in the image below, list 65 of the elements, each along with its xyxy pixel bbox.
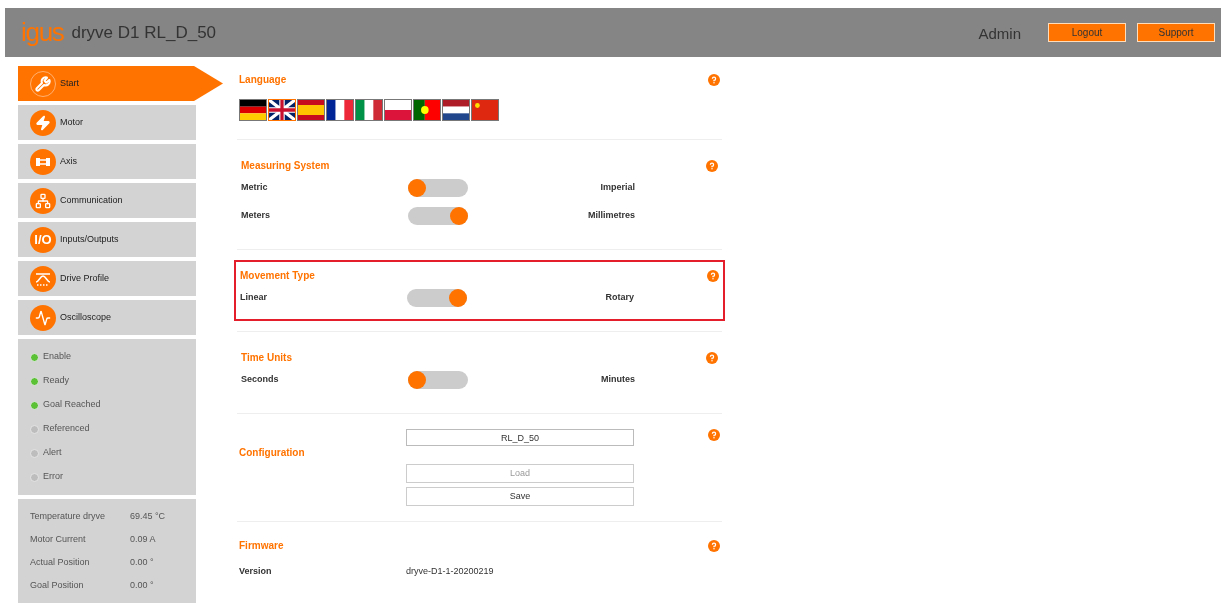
user-name: Admin — [978, 24, 1021, 45]
status-label: Alert — [43, 446, 62, 460]
nav-item[interactable]: Motor — [18, 105, 196, 140]
nav-item[interactable]: I/O Inputs/Outputs — [18, 222, 196, 257]
io-icon: I/O — [30, 226, 56, 253]
version-label: Version — [239, 565, 273, 578]
flag-button[interactable] — [413, 99, 441, 121]
flag-button[interactable] — [326, 99, 354, 121]
flag-button[interactable] — [442, 99, 470, 121]
help-icon[interactable] — [708, 429, 720, 441]
reading-label: Goal Position — [30, 578, 85, 592]
help-icon[interactable] — [706, 351, 718, 364]
device-title: dryve D1 RL_D_50 — [71, 21, 217, 44]
status-label: Ready — [43, 374, 69, 388]
status-label: Goal Reached — [43, 398, 101, 412]
status-label: Referenced — [43, 422, 90, 436]
option-label: Metric — [241, 181, 269, 195]
toggle-switch[interactable] — [407, 289, 467, 307]
motor-icon — [30, 109, 56, 136]
toggle-switch[interactable] — [408, 179, 468, 197]
reading-value: 0.09 A — [130, 532, 157, 546]
help-icon[interactable] — [708, 73, 720, 86]
flag-button[interactable] — [239, 99, 267, 121]
nav-item[interactable]: Communication — [18, 183, 196, 218]
logo: igus — [21, 16, 64, 49]
section-title: Movement Type — [240, 269, 315, 283]
nav-item[interactable]: Oscilloscope — [18, 300, 196, 335]
wave-icon — [30, 304, 56, 331]
help-icon[interactable] — [707, 269, 719, 282]
section-title: Language — [239, 73, 287, 87]
option-label: Millimetres — [586, 209, 635, 223]
flag-button[interactable] — [268, 99, 296, 121]
status-label: Enable — [43, 350, 72, 364]
option-label: Linear — [240, 291, 268, 305]
reading-value: 0.00 ° — [130, 578, 155, 592]
section-title: Configuration — [239, 447, 305, 458]
section-title: Time Units — [241, 351, 292, 365]
header-button[interactable]: Support — [1137, 23, 1215, 42]
profile-icon — [30, 265, 56, 292]
axis-icon — [30, 148, 56, 175]
section-title: Firmware — [239, 539, 284, 553]
toggle-switch[interactable] — [408, 207, 468, 225]
option-label: Imperial — [599, 181, 635, 195]
help-icon[interactable] — [706, 159, 718, 172]
reading-label: Motor Current — [30, 532, 87, 546]
reading-value: 69.45 °C — [130, 509, 167, 523]
help-icon[interactable] — [708, 539, 720, 552]
status-label: Error — [43, 470, 63, 484]
option-label: Rotary — [604, 291, 634, 305]
option-label: Meters — [241, 209, 271, 223]
section-title: Measuring System — [241, 159, 330, 173]
reading-value: 0.00 ° — [130, 555, 155, 569]
nav-item[interactable]: Axis — [18, 144, 196, 179]
option-label: Minutes — [600, 373, 635, 387]
header-button[interactable]: Logout — [1048, 23, 1126, 42]
reading-label: Temperature dryve — [30, 509, 107, 523]
toggle-switch[interactable] — [408, 371, 468, 389]
reading-label: Actual Position — [30, 555, 91, 569]
version-value: dryve-D1-1-20200219 — [406, 565, 494, 578]
nav-item[interactable]: Start — [18, 66, 223, 101]
config-name-field[interactable]: RL_D_50 — [406, 429, 634, 446]
option-label: Seconds — [241, 373, 280, 387]
config-button[interactable]: Save — [406, 487, 634, 506]
nav-item[interactable]: Drive Profile — [18, 261, 196, 296]
network-icon — [30, 187, 56, 214]
